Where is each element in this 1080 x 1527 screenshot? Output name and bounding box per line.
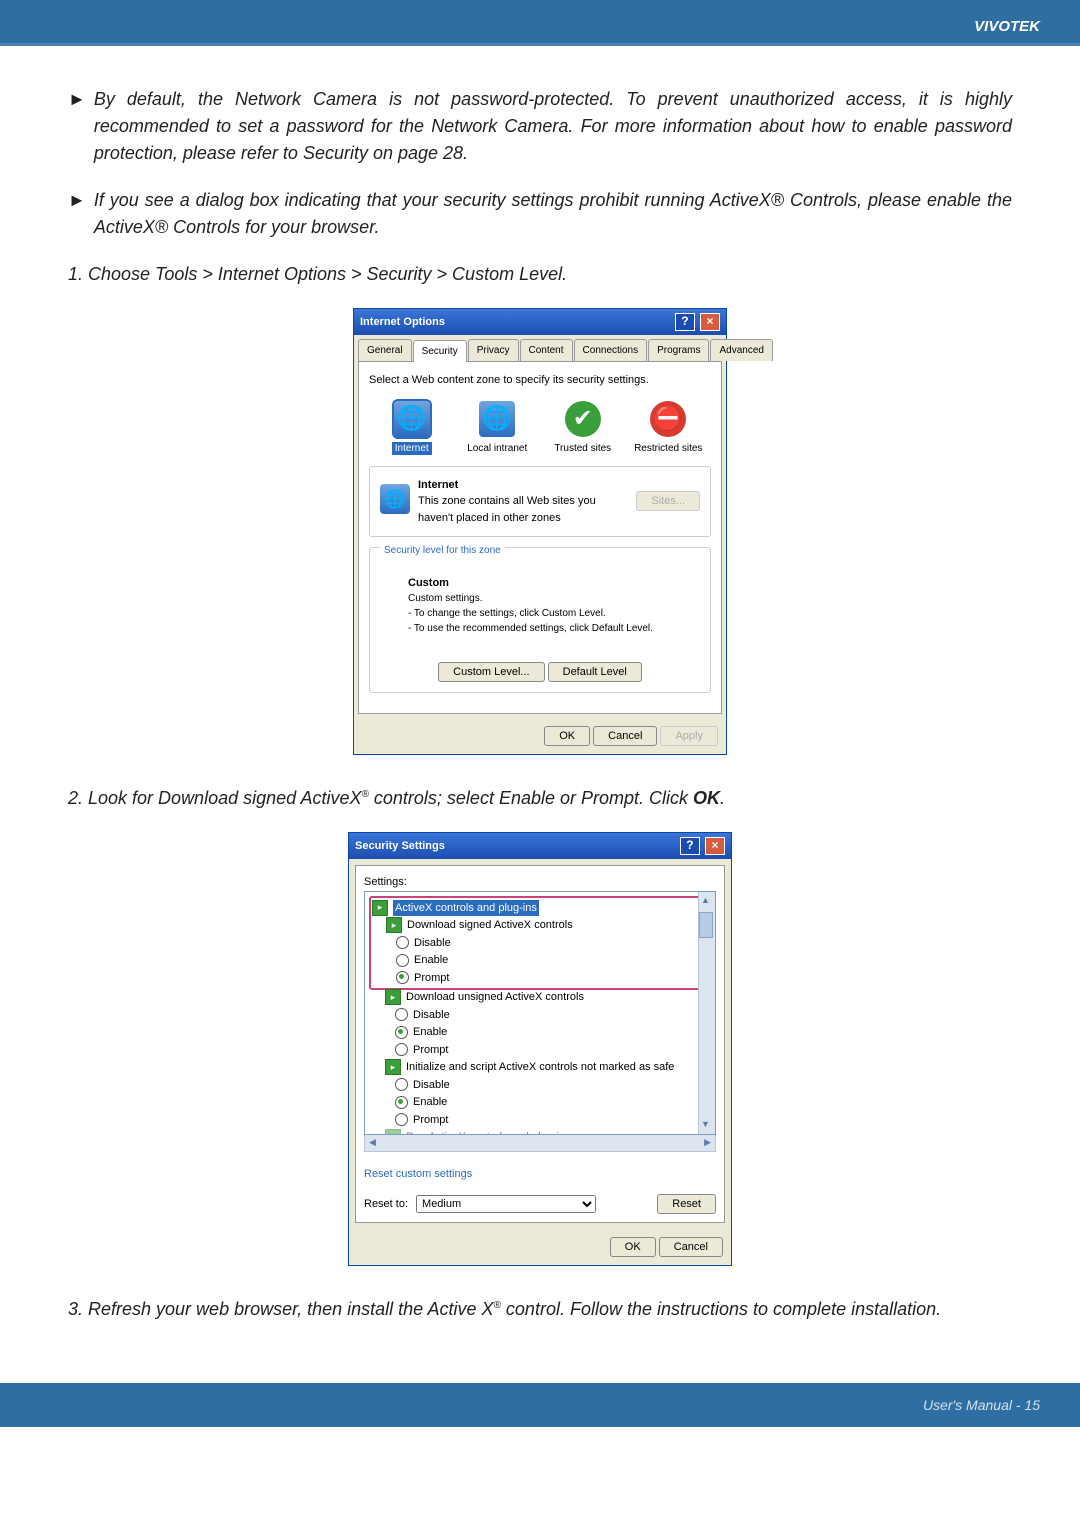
dialog-title: Internet Options	[360, 314, 445, 331]
settings-tree[interactable]: ▸ActiveX controls and plug-ins ▸Download…	[364, 891, 716, 1135]
zone-internet[interactable]: 🌐 Internet	[377, 401, 447, 456]
h-scrollbar[interactable]: ◀▶	[364, 1134, 716, 1152]
item-label: Download unsigned ActiveX controls	[406, 989, 584, 1006]
step-3: 3. Refresh your web browser, then instal…	[68, 1296, 1012, 1323]
scroll-thumb[interactable]	[699, 912, 713, 938]
security-settings-dialog: Security Settings ? × Settings: ▸ActiveX…	[348, 832, 732, 1266]
zone-restricted[interactable]: ⛔ Restricted sites	[633, 401, 703, 456]
tab-content[interactable]: Content	[520, 339, 573, 361]
zone-row: 🌐 Internet 🌐 Local intranet ✔ Trusted si…	[369, 401, 711, 456]
ok-button[interactable]: OK	[544, 726, 590, 746]
bullet-text: By default, the Network Camera is not pa…	[94, 86, 1012, 167]
tab-connections[interactable]: Connections	[574, 339, 648, 361]
zone-local-intranet[interactable]: 🌐 Local intranet	[462, 401, 532, 456]
highlight-group: ▸ActiveX controls and plug-ins ▸Download…	[369, 896, 711, 991]
brand: VIVOTEK	[974, 18, 1040, 35]
dialog-buttons: OK Cancel	[349, 1229, 731, 1265]
radio[interactable]	[395, 1008, 408, 1021]
reset-label: Reset custom settings	[364, 1168, 472, 1180]
zone-trusted[interactable]: ✔ Trusted sites	[548, 401, 618, 456]
header-divider	[0, 43, 1080, 46]
bullet-text: If you see a dialog box indicating that …	[94, 187, 1012, 241]
step-2: 2. Look for Download signed ActiveX® con…	[68, 785, 1012, 812]
bullet-marker: ►	[68, 187, 86, 241]
sites-button[interactable]: Sites...	[636, 491, 700, 511]
reset-select[interactable]: Medium	[416, 1195, 596, 1213]
help-icon[interactable]: ?	[675, 313, 695, 331]
ok-button[interactable]: OK	[610, 1237, 656, 1257]
page-footer: User's Manual - 15	[0, 1383, 1080, 1427]
reset-button[interactable]: Reset	[657, 1194, 716, 1214]
radio-selected[interactable]	[395, 1026, 408, 1039]
activex-icon: ▸	[385, 1059, 401, 1075]
scrollbar[interactable]	[698, 892, 715, 1134]
page-header: VIVOTEK	[0, 0, 1080, 43]
zone-desc: This zone contains all Web sites you hav…	[418, 495, 596, 524]
step-1: 1. Choose Tools > Internet Options > Sec…	[68, 261, 1012, 288]
custom-level-button[interactable]: Custom Level...	[438, 662, 544, 682]
security-panel: Select a Web content zone to specify its…	[358, 361, 722, 714]
bullet-marker: ►	[68, 86, 86, 167]
activex-icon: ▸	[372, 900, 388, 916]
cancel-button[interactable]: Cancel	[659, 1237, 723, 1257]
group-label: ActiveX controls and plug-ins	[393, 900, 539, 917]
tab-advanced[interactable]: Advanced	[710, 339, 772, 361]
radio[interactable]	[396, 936, 409, 949]
footer-text: User's Manual - 15	[923, 1397, 1040, 1413]
settings-panel: Settings: ▸ActiveX controls and plug-ins…	[355, 865, 725, 1223]
dialog-buttons: OK Cancel Apply	[354, 718, 726, 754]
page-content: ► By default, the Network Camera is not …	[0, 86, 1080, 1323]
internet-options-dialog: Internet Options ? × General Security Pr…	[353, 308, 727, 755]
restrict-icon: ⛔	[650, 401, 686, 437]
close-icon[interactable]: ×	[700, 313, 720, 331]
titlebar: Security Settings ? ×	[349, 833, 731, 859]
reset-group: Reset custom settings Reset to: Medium R…	[364, 1166, 716, 1215]
tab-security[interactable]: Security	[413, 340, 467, 362]
radio[interactable]	[395, 1043, 408, 1056]
tabs: General Security Privacy Content Connect…	[354, 335, 726, 361]
bullet-2: ► If you see a dialog box indicating tha…	[68, 187, 1012, 241]
tab-general[interactable]: General	[358, 339, 412, 361]
cancel-button[interactable]: Cancel	[593, 726, 657, 746]
zone-info: 🌐 Internet This zone contains all Web si…	[369, 466, 711, 538]
close-icon[interactable]: ×	[705, 837, 725, 855]
radio-selected[interactable]	[395, 1096, 408, 1109]
radio[interactable]	[395, 1113, 408, 1126]
security-level-box: Security level for this zone Custom Cust…	[369, 547, 711, 693]
reset-to-label: Reset to:	[364, 1196, 408, 1213]
globe-icon: 🌐	[479, 401, 515, 437]
help-icon[interactable]: ?	[680, 837, 700, 855]
activex-icon: ▸	[385, 989, 401, 1005]
settings-label: Settings:	[364, 874, 716, 891]
sec-level-label: Security level for this zone	[380, 545, 505, 556]
activex-icon: ▸	[385, 1129, 401, 1134]
dialog-title: Security Settings	[355, 838, 445, 855]
activex-icon: ▸	[386, 917, 402, 933]
titlebar: Internet Options ? ×	[354, 309, 726, 335]
apply-button[interactable]: Apply	[660, 726, 718, 746]
custom-heading: Custom	[408, 577, 449, 589]
bullet-1: ► By default, the Network Camera is not …	[68, 86, 1012, 167]
radio[interactable]	[395, 1078, 408, 1091]
globe-icon: 🌐	[380, 484, 410, 514]
item-label: Initialize and script ActiveX controls n…	[406, 1059, 674, 1076]
default-level-button[interactable]: Default Level	[548, 662, 642, 682]
radio[interactable]	[396, 954, 409, 967]
item-label: Download signed ActiveX controls	[407, 917, 573, 934]
instruction: Select a Web content zone to specify its…	[369, 372, 711, 389]
tab-programs[interactable]: Programs	[648, 339, 709, 361]
check-icon: ✔	[565, 401, 601, 437]
radio-selected[interactable]	[396, 971, 409, 984]
globe-icon: 🌐	[394, 401, 430, 437]
zone-name: Internet	[418, 479, 458, 491]
tab-privacy[interactable]: Privacy	[468, 339, 519, 361]
